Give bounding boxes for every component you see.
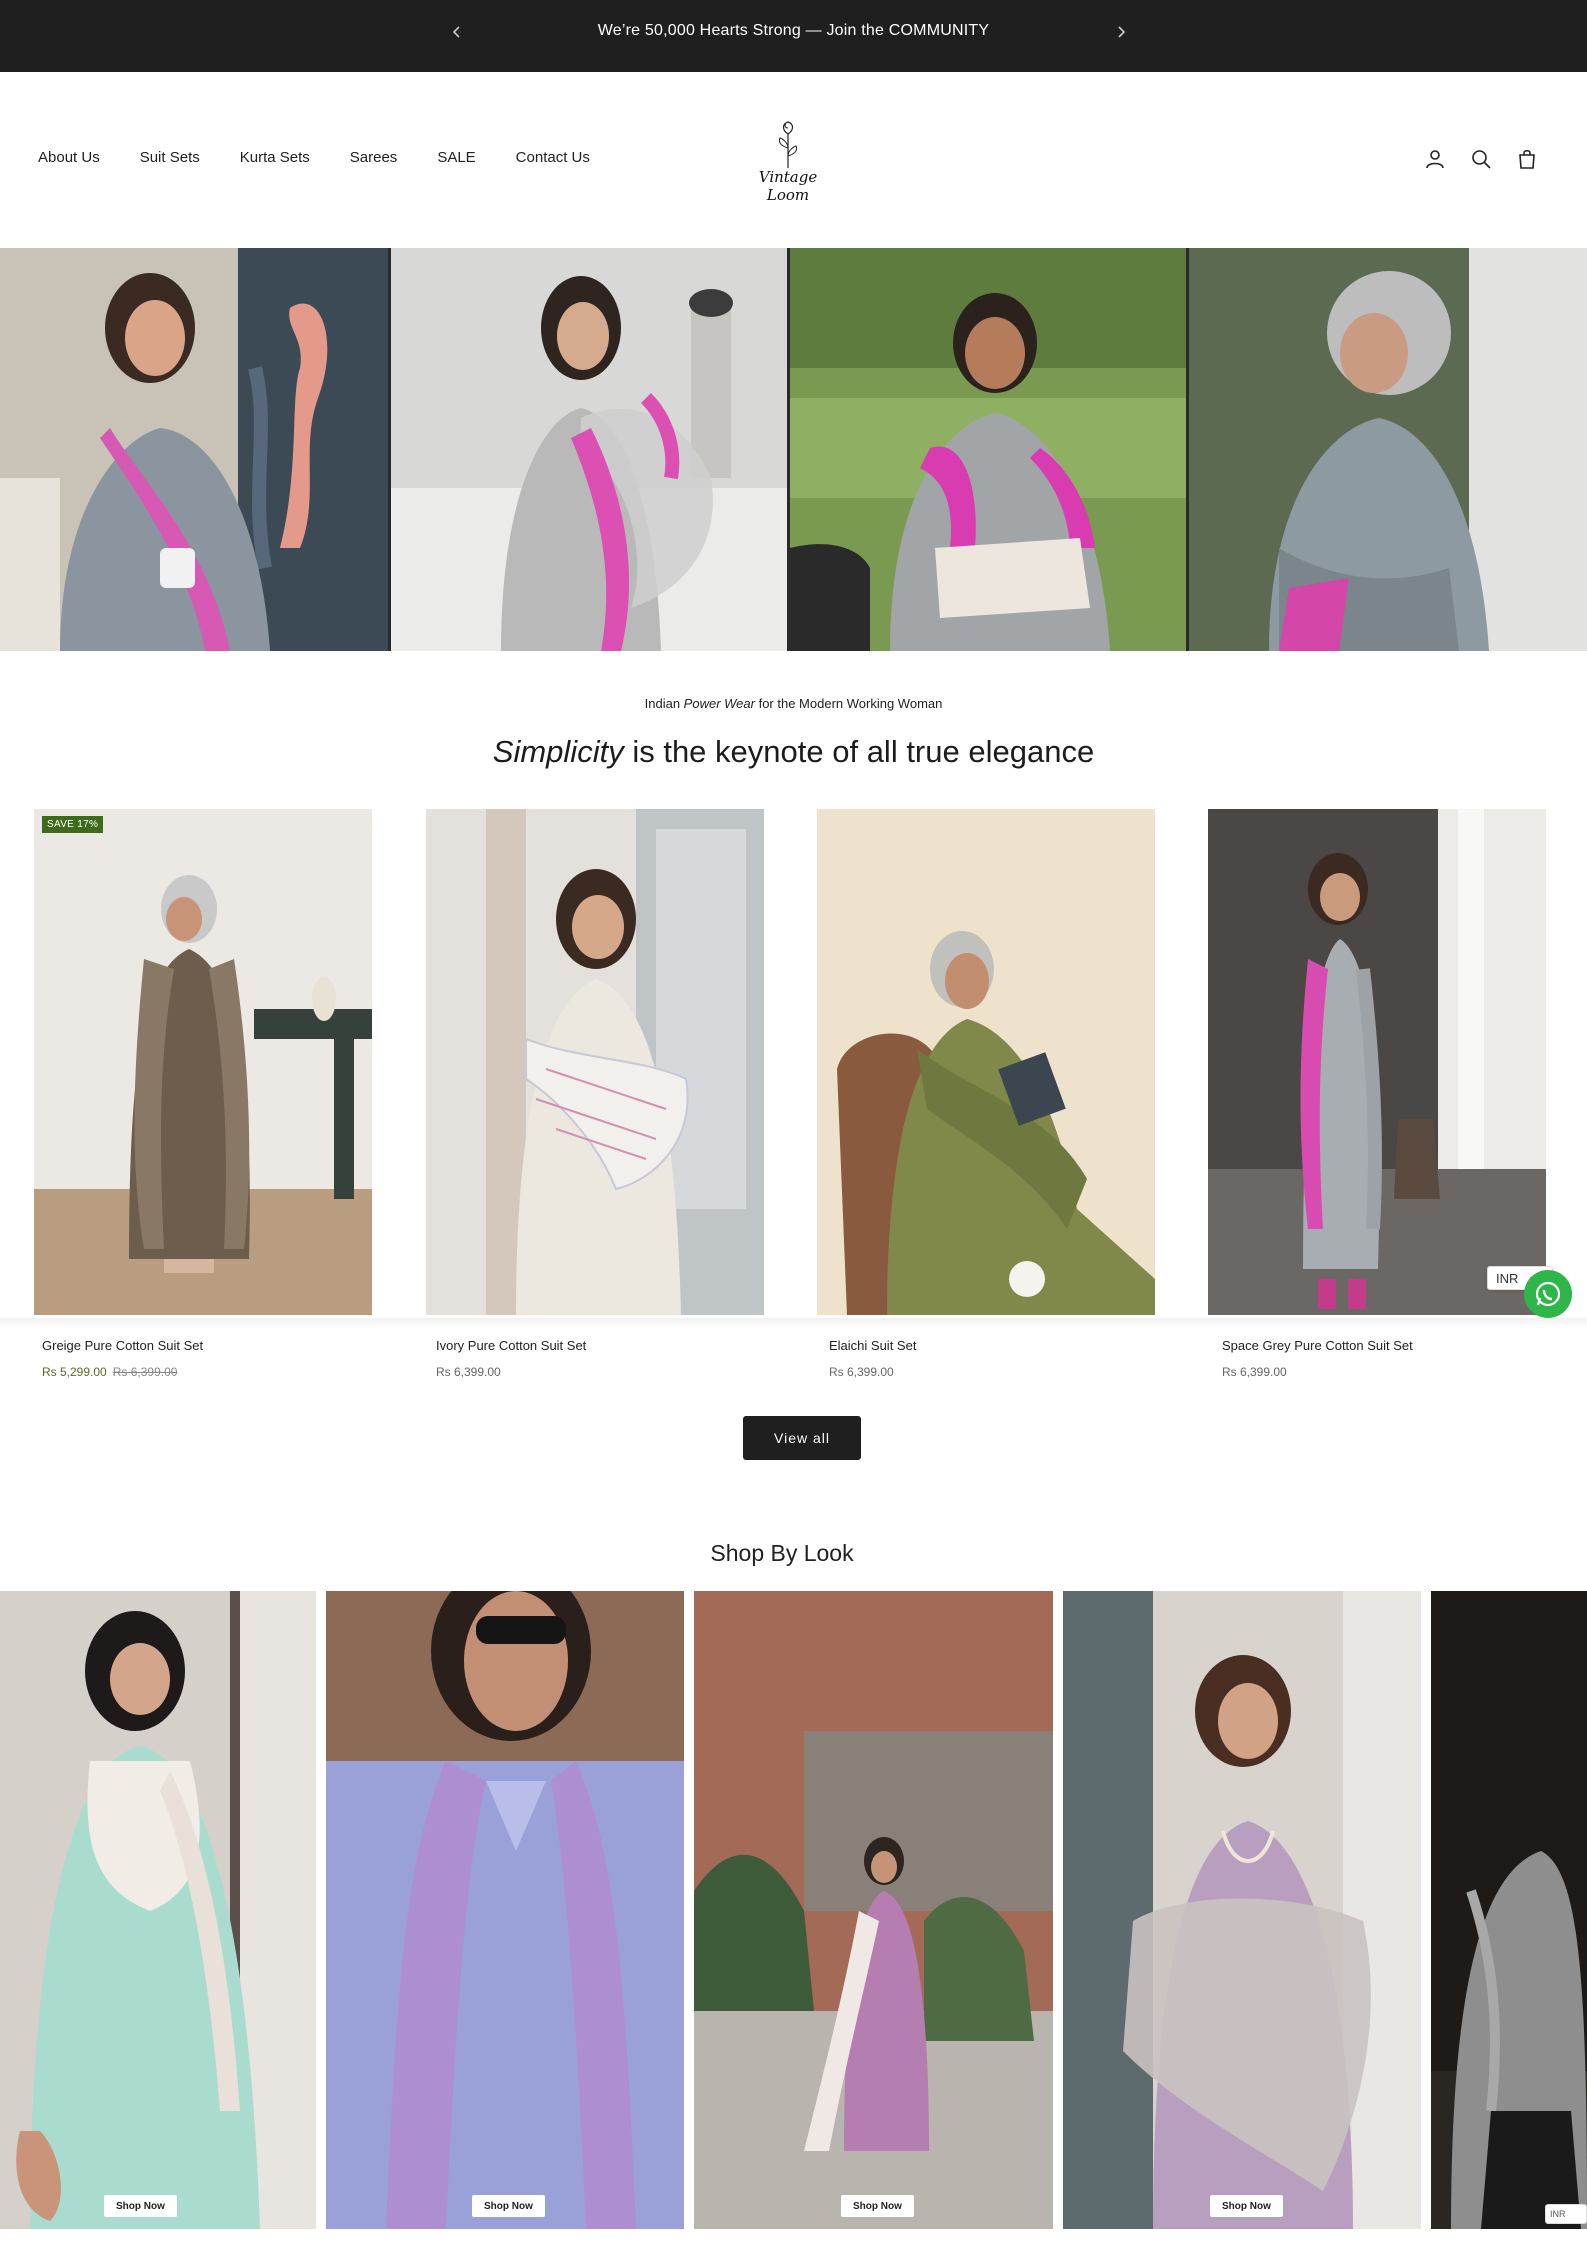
headline-rest: is the keynote of all true elegance: [632, 734, 1095, 769]
product-title[interactable]: Greige Pure Cotton Suit Set: [42, 1338, 203, 1353]
shop-by-look-carousel[interactable]: Shop Now Shop Now Shop Now Shop Now: [0, 1591, 1587, 2229]
announcement-bar: We’re 50,000 Hearts Strong — Join the CO…: [0, 0, 1587, 72]
sale-price: Rs 5,299.00: [42, 1365, 107, 1379]
hero-banner[interactable]: [0, 248, 1587, 651]
intro-headline: Simplicity is the keynote of all true el…: [0, 734, 1587, 770]
nav-sale[interactable]: SALE: [437, 149, 475, 166]
cart-icon[interactable]: [1515, 147, 1539, 171]
look-card[interactable]: [1431, 1591, 1587, 2229]
product-grid: SAVE 17% Greige Pure Cotton Suit Set Rs …: [34, 809, 1554, 1389]
nav-contact-us[interactable]: Contact Us: [516, 149, 590, 166]
product-price: Rs 6,399.00: [436, 1365, 501, 1379]
product-image[interactable]: SAVE 17%: [34, 809, 372, 1315]
product-image[interactable]: [817, 809, 1155, 1315]
section-title-shop-by-look: Shop By Look: [710, 1540, 854, 1566]
tagline-suffix: for the Modern Working Woman: [758, 696, 943, 711]
search-icon[interactable]: [1469, 147, 1493, 171]
hero-photo-3: [790, 248, 1186, 651]
chevron-right-icon[interactable]: [1109, 20, 1133, 44]
logo-wordmark: Vintage Loom: [758, 168, 818, 204]
nav-sarees[interactable]: Sarees: [350, 149, 398, 166]
look-card[interactable]: Shop Now: [326, 1591, 684, 2229]
product-price: Rs 5,299.00 Rs 6,399.00: [42, 1365, 177, 1379]
product-image[interactable]: [426, 809, 764, 1315]
look-card[interactable]: Shop Now: [0, 1591, 316, 2229]
product-title[interactable]: Space Grey Pure Cotton Suit Set: [1222, 1338, 1413, 1353]
nav-suit-sets[interactable]: Suit Sets: [140, 149, 200, 166]
headline-emphasis: Simplicity: [492, 734, 624, 769]
whatsapp-chat-button[interactable]: [1524, 1270, 1572, 1318]
account-icon[interactable]: [1423, 147, 1447, 171]
announcement-text[interactable]: We’re 50,000 Hearts Strong — Join the CO…: [0, 22, 1587, 40]
product-card[interactable]: Space Grey Pure Cotton Suit Set Rs 6,399…: [1208, 809, 1546, 1379]
product-image[interactable]: [1208, 809, 1546, 1315]
hero-photo-2: [391, 248, 787, 651]
main-nav: About Us Suit Sets Kurta Sets Sarees SAL…: [38, 149, 630, 166]
product-price: Rs 6,399.00: [829, 1365, 894, 1379]
header-actions: [1423, 147, 1539, 171]
shop-now-button[interactable]: Shop Now: [841, 2195, 914, 2217]
nav-kurta-sets[interactable]: Kurta Sets: [240, 149, 310, 166]
whatsapp-icon: [1535, 1281, 1561, 1307]
currency-selector-mini[interactable]: INR: [1545, 2204, 1587, 2224]
product-card[interactable]: SAVE 17% Greige Pure Cotton Suit Set Rs …: [34, 809, 372, 1379]
brand-logo[interactable]: Vintage Loom: [738, 120, 838, 204]
currency-value: INR: [1496, 1271, 1519, 1286]
hero-photo-1: [0, 248, 388, 651]
sale-badge: SAVE 17%: [42, 816, 104, 833]
compare-price: Rs 6,399.00: [112, 1365, 178, 1379]
intro-tagline: Indian Power Wear for the Modern Working…: [0, 696, 1587, 711]
product-price: Rs 6,399.00: [1222, 1365, 1287, 1379]
look-card[interactable]: Shop Now: [694, 1591, 1053, 2229]
product-card[interactable]: Elaichi Suit Set Rs 6,399.00: [817, 809, 1155, 1379]
tagline-prefix: Indian: [644, 696, 681, 711]
tagline-emphasis: Power Wear: [683, 696, 755, 711]
site-header: About Us Suit Sets Kurta Sets Sarees SAL…: [0, 72, 1587, 248]
flower-logo-icon: [778, 121, 798, 168]
view-all-button[interactable]: View all: [743, 1416, 861, 1460]
nav-about-us[interactable]: About Us: [38, 149, 100, 166]
product-title[interactable]: Ivory Pure Cotton Suit Set: [436, 1338, 586, 1353]
shop-now-button[interactable]: Shop Now: [472, 2195, 545, 2217]
look-card[interactable]: Shop Now: [1063, 1591, 1421, 2229]
shop-now-button[interactable]: Shop Now: [104, 2195, 177, 2217]
shop-now-button[interactable]: Shop Now: [1210, 2195, 1283, 2217]
hero-photo-4: [1189, 248, 1587, 651]
product-card[interactable]: Ivory Pure Cotton Suit Set Rs 6,399.00: [426, 809, 764, 1379]
product-title[interactable]: Elaichi Suit Set: [829, 1338, 916, 1353]
